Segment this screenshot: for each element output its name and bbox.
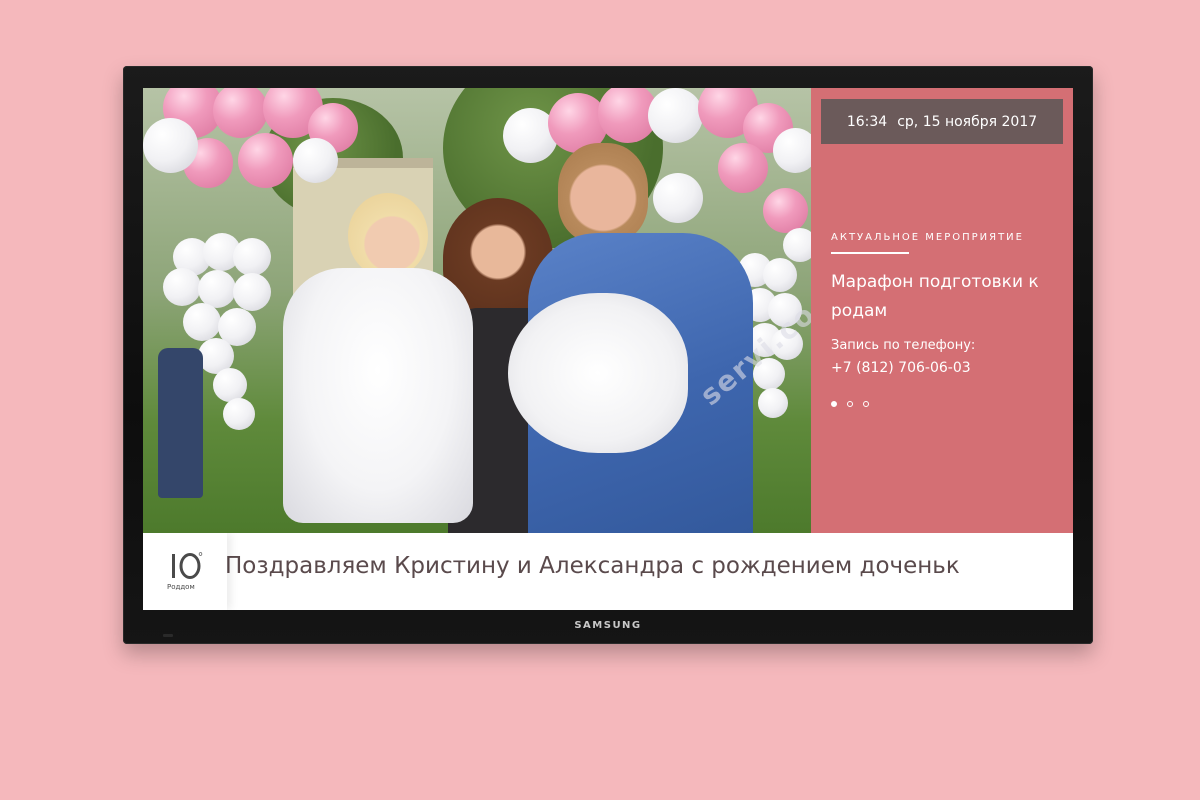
balloon-shape — [213, 368, 247, 402]
balloon-shape — [143, 118, 198, 173]
clock-bar: 16:34 ср, 15 ноября 2017 — [821, 99, 1063, 144]
clock-date: ср, 15 ноября 2017 — [897, 113, 1038, 130]
slide-indicator — [831, 401, 869, 407]
balloon-shape — [233, 273, 271, 311]
logo-text: Роддом — [167, 583, 195, 591]
clock-time: 16:34 — [846, 113, 888, 130]
balloon-shape — [718, 143, 768, 193]
power-led — [163, 634, 173, 637]
balloon-shape — [773, 128, 811, 173]
person-shape — [283, 268, 473, 523]
family-photo: servi.co — [143, 88, 811, 533]
balloon-shape — [213, 88, 268, 138]
slide-dot-2[interactable] — [847, 401, 853, 407]
balloon-shape — [163, 268, 201, 306]
balloon-shape — [648, 88, 703, 143]
balloon-shape — [223, 398, 255, 430]
balloon-shape — [183, 303, 221, 341]
logo: Роддом — [143, 533, 227, 610]
balloon-shape — [238, 133, 293, 188]
person-head-shape — [348, 193, 428, 278]
tv-brand-label: SAMSUNG — [574, 620, 642, 631]
baby-blanket-shape — [508, 293, 688, 453]
slide-dot-1[interactable] — [831, 401, 837, 407]
digital-signage-screen: servi.co 16:34 ср, 15 ноября 2017 Актуал… — [143, 88, 1073, 610]
balloon-shape — [293, 138, 338, 183]
logo-10-icon — [172, 552, 203, 579]
balloon-shape — [763, 258, 797, 292]
event-panel: 16:34 ср, 15 ноября 2017 Актуальное меро… — [811, 88, 1073, 533]
news-ticker: Роддом Поздравляем Кристину и Александра… — [143, 533, 1073, 610]
event-title: Марафон подготовки к родам — [831, 272, 1039, 321]
balloon-shape — [758, 388, 788, 418]
balloon-shape — [653, 173, 703, 223]
balloon-shape — [763, 188, 808, 233]
balloon-shape — [233, 238, 271, 276]
slide-dot-3[interactable] — [863, 401, 869, 407]
phone-number: +7 (812) 706-06-03 — [831, 360, 971, 376]
phone-label: Запись по телефону: — [831, 338, 976, 353]
balloon-shape — [783, 228, 811, 262]
ticker-message: Поздравляем Кристину и Александра с рожд… — [225, 553, 960, 579]
person-shape — [158, 348, 203, 498]
tv-frame: servi.co 16:34 ср, 15 ноября 2017 Актуал… — [123, 66, 1093, 644]
event-kicker: Актуальное мероприятие — [831, 232, 1024, 243]
person-head-shape — [558, 143, 648, 243]
divider — [831, 252, 909, 254]
